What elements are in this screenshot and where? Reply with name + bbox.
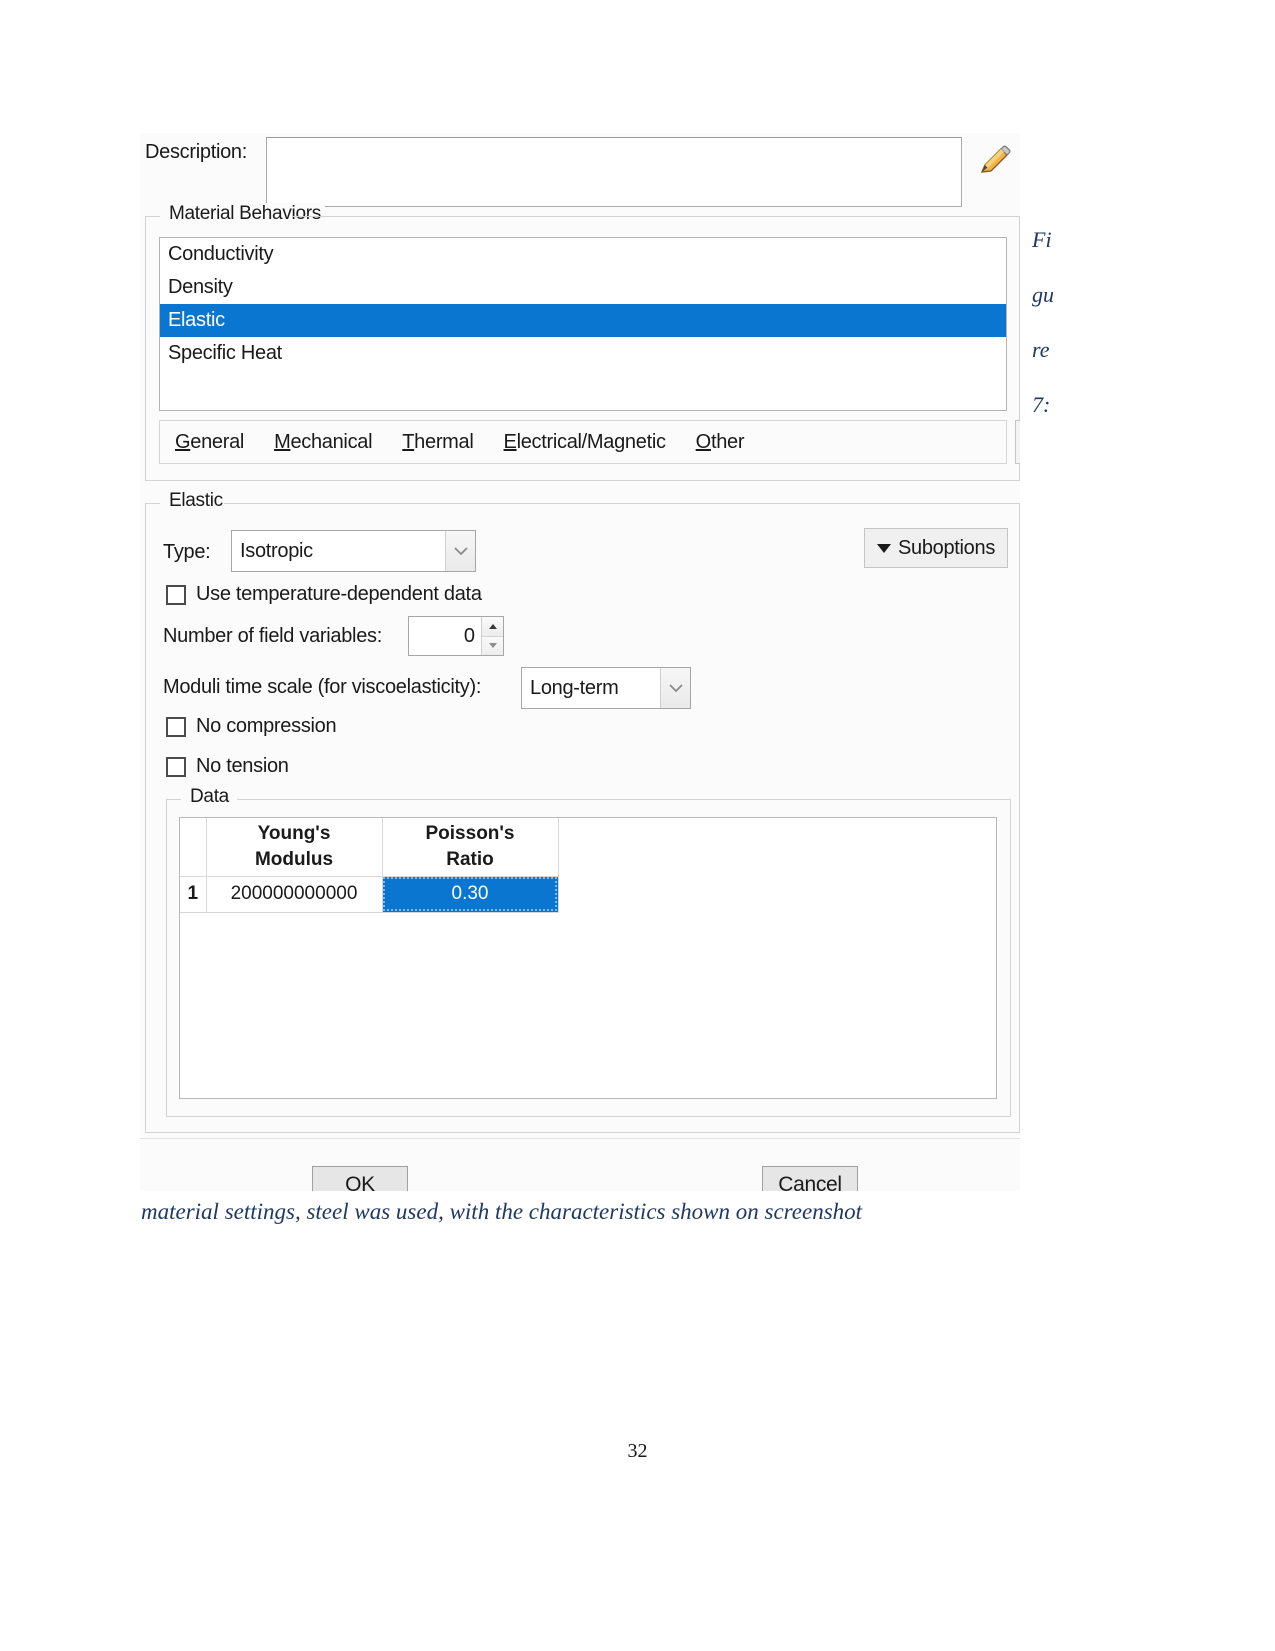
checkbox-box [166, 756, 186, 777]
column-header-poissons-ratio: Poisson's Ratio [381, 818, 559, 877]
menu-item-label: hermal [414, 430, 474, 453]
material-behaviors-group: Material Behaviors Conductivity Density … [145, 203, 1020, 481]
menu-item-label: ther [710, 430, 745, 453]
checkbox-label: No compression [196, 715, 337, 737]
description-label: Description: [145, 141, 247, 163]
menu-item-mechanical[interactable]: Mechanical [274, 431, 372, 454]
cell-youngs-modulus[interactable]: 200000000000 [205, 875, 383, 913]
list-item[interactable]: Conductivity [160, 238, 1006, 271]
data-group: Data Young's Modulus Poisson's Ratio 1 2… [166, 786, 1011, 1117]
stepper-buttons[interactable] [481, 617, 503, 655]
column-header-youngs-modulus: Young's Modulus [205, 818, 383, 877]
figure-label-line-3: re [1032, 337, 1050, 362]
eraser-icon [1015, 420, 1020, 464]
cell-poissons-ratio[interactable]: 0.30 [381, 875, 559, 913]
table-header-row: Young's Modulus Poisson's Ratio [180, 818, 559, 877]
menu-accel-key: O [695, 430, 712, 453]
column-header-line-2: Ratio [446, 848, 494, 870]
ok-button[interactable]: OK [312, 1166, 408, 1191]
moduli-time-scale-value: Long-term [530, 676, 619, 699]
moduli-time-scale-select[interactable]: Long-term [521, 667, 691, 709]
stepper-down-icon[interactable] [482, 636, 503, 655]
type-select-value: Isotropic [240, 539, 313, 562]
moduli-time-scale-label: Moduli time scale (for viscoelasticity): [163, 676, 482, 698]
column-header-line-1: Poisson's [425, 822, 515, 844]
data-legend: Data [186, 786, 233, 808]
elastic-legend: Elastic [165, 490, 227, 512]
no-tension-checkbox[interactable]: No tension [166, 755, 289, 778]
menu-accel-key: G [175, 430, 191, 453]
menu-item-label: echanical [290, 430, 373, 453]
delete-behavior-button[interactable] [1015, 420, 1020, 464]
document-page: Fi gu re 7: Description: Material Behavi… [0, 0, 1275, 1651]
menu-item-thermal[interactable]: Thermal [402, 430, 474, 454]
pencil-icon[interactable] [972, 139, 1016, 183]
menu-item-label: eneral [190, 430, 245, 453]
chevron-down-icon [445, 531, 475, 571]
table-corner-cell [180, 818, 207, 877]
elastic-group: Elastic Type: Isotropic Suboptions Use t… [145, 490, 1020, 1133]
behavior-menubar: General Mechanical Thermal Electrical/Ma… [159, 420, 1007, 464]
chevron-down-icon [660, 668, 690, 708]
column-header-line-2: Modulus [254, 848, 334, 870]
edit-material-dialog: Description: Material Behaviors Conducti… [140, 133, 1020, 1191]
menu-accel-key: T [402, 430, 415, 453]
checkbox-box [166, 584, 186, 605]
type-label: Type: [163, 541, 211, 563]
menu-accel-key: M [274, 430, 291, 453]
figure-label-line-2: gu [1032, 282, 1054, 307]
material-behaviors-list[interactable]: Conductivity Density Elastic Specific He… [159, 237, 1007, 411]
suboptions-button-label: Suboptions [897, 536, 996, 559]
use-temperature-dependent-data-checkbox[interactable]: Use temperature-dependent data [166, 583, 482, 606]
material-behaviors-legend: Material Behaviors [165, 203, 325, 225]
menu-item-label: lectrical/Magnetic [516, 430, 666, 453]
figure-label-sidetext: Fi gu re 7: [1032, 212, 1072, 432]
caret-down-icon [876, 543, 891, 553]
row-index: 1 [180, 875, 207, 913]
description-row: Description: [140, 133, 1020, 208]
list-item[interactable]: Specific Heat [160, 337, 1006, 370]
cancel-button[interactable]: Cancel [762, 1166, 858, 1191]
no-compression-checkbox[interactable]: No compression [166, 715, 337, 738]
menu-accel-key: E [503, 430, 517, 453]
checkbox-box [166, 716, 186, 737]
checkbox-label: Use temperature-dependent data [196, 583, 482, 605]
elastic-data-table: Young's Modulus Poisson's Ratio 1 200000… [180, 818, 559, 913]
data-table-wrapper[interactable]: Young's Modulus Poisson's Ratio 1 200000… [179, 817, 997, 1099]
menu-item-general[interactable]: General [175, 431, 244, 454]
list-item[interactable]: Elastic [160, 304, 1006, 337]
figure-caption: material settings, steel was used, with … [141, 1199, 863, 1224]
number-of-field-variables-stepper[interactable]: 0 [408, 616, 504, 656]
dialog-footer: OK Cancel [140, 1138, 1020, 1191]
list-item[interactable]: Density [160, 271, 1006, 304]
stepper-value: 0 [463, 625, 475, 647]
type-select[interactable]: Isotropic [231, 530, 476, 572]
figure-label-line-4: 7: [1032, 392, 1051, 417]
suboptions-button[interactable]: Suboptions [864, 528, 1008, 568]
column-header-line-1: Young's [257, 822, 331, 844]
menu-item-electrical-magnetic[interactable]: Electrical/Magnetic [504, 431, 666, 454]
table-row: 1 200000000000 0.30 [180, 875, 559, 913]
number-of-field-variables-label: Number of field variables: [163, 625, 382, 647]
page-number: 32 [627, 1440, 648, 1462]
checkbox-label: No tension [196, 755, 289, 777]
description-input[interactable] [266, 137, 962, 207]
figure-label-line-1: Fi [1032, 227, 1052, 252]
stepper-up-icon[interactable] [482, 617, 503, 637]
menu-item-other[interactable]: Other [696, 431, 745, 454]
